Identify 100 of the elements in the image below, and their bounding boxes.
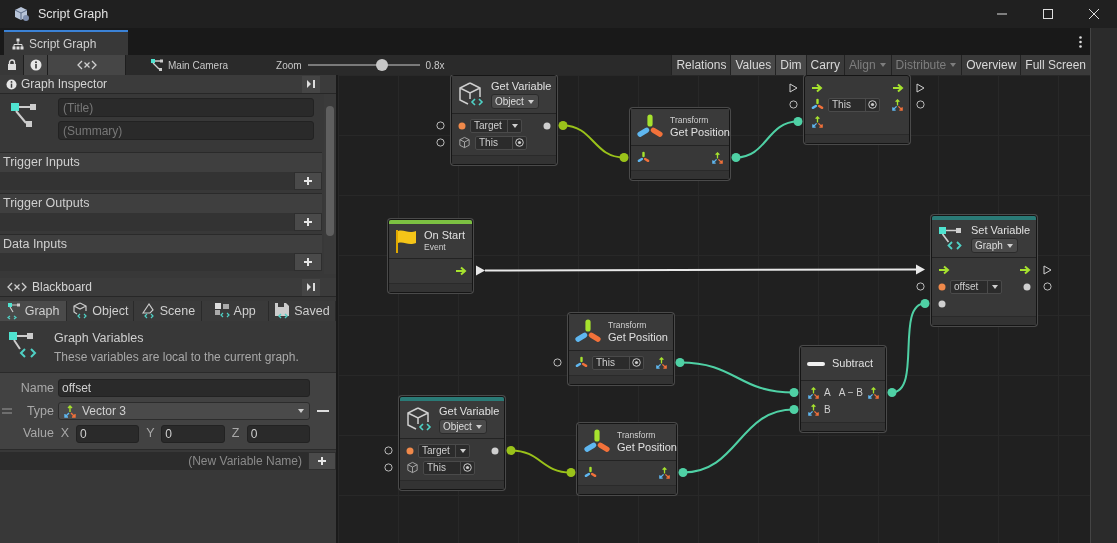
port-dot-icon [938, 299, 946, 308]
plus-icon [317, 456, 327, 466]
graph-node[interactable]: Transform Get Position [630, 108, 730, 180]
transform-icon [637, 151, 650, 164]
collapse-icon [306, 79, 316, 89]
vector-icon [891, 98, 904, 111]
port-dot-icon [406, 446, 414, 455]
flow-arrow-icon [455, 265, 467, 276]
add-button[interactable] [294, 253, 322, 272]
collapse-button[interactable] [302, 278, 320, 296]
scene-icon [139, 302, 156, 320]
target-label: Main Camera [168, 58, 229, 73]
value-field[interactable]: 0 [161, 424, 225, 443]
name-field[interactable]: offset [58, 379, 310, 398]
type-dropdown[interactable]: Vector 3 [58, 401, 310, 420]
variables-icon [75, 59, 98, 71]
object-field[interactable]: This [592, 355, 644, 370]
transform-icon [584, 466, 597, 479]
zoom-reading: 0.8x [425, 58, 445, 73]
caret-icon [474, 423, 483, 430]
section-header: Trigger Outputs [0, 192, 322, 213]
vector-icon [811, 115, 824, 128]
port-circle-icon [384, 445, 393, 455]
port-label: B [824, 403, 831, 417]
cube-icon [458, 136, 471, 149]
port-dot-icon [491, 446, 499, 455]
node-caption: Transform [617, 430, 656, 441]
window-title: Script Graph [38, 5, 109, 23]
info-icon [6, 78, 17, 90]
title-field[interactable]: (Title) [58, 98, 314, 117]
scope-dropdown[interactable]: Object [491, 94, 539, 109]
new-variable-field[interactable]: (New Variable Name) [0, 452, 308, 470]
graph-icon [150, 58, 164, 72]
graph-node[interactable]: Subtract A A − B B [800, 346, 886, 432]
window-tab[interactable]: Script Graph [4, 30, 128, 55]
section-header: Trigger Inputs [0, 152, 322, 172]
object-field[interactable]: This [423, 460, 475, 475]
port-circle-icon [789, 99, 798, 109]
value-field[interactable]: 0 [76, 424, 140, 443]
port-dot-icon [458, 121, 466, 130]
caret-icon [510, 122, 519, 129]
flow-arrow-icon [1019, 264, 1031, 275]
cube-icon [72, 302, 89, 320]
graph-node[interactable]: This [804, 75, 910, 144]
field-label: Name [19, 379, 54, 397]
node-title: Set Variable [971, 224, 1031, 237]
node-title: On Start [424, 229, 465, 242]
add-button[interactable] [308, 452, 336, 470]
node-title: Get Variable [439, 405, 500, 418]
app-logo-icon [14, 6, 30, 22]
connection-line [558, 121, 629, 162]
axis-label: Z [230, 425, 241, 443]
port-triangle-icon [916, 82, 925, 93]
dropdown[interactable]: Target [418, 443, 470, 458]
port-label: A − B [838, 386, 863, 400]
vector-icon [867, 386, 880, 399]
toolbar-button[interactable]: Values [730, 55, 776, 75]
port-circle-icon [916, 281, 925, 291]
toolbar-button[interactable]: Relations [671, 55, 731, 75]
port-circle-icon [553, 357, 562, 367]
node-title: Subtract [832, 357, 873, 370]
toolbar-button[interactable]: Carry [805, 55, 844, 75]
field-label: Value [21, 425, 54, 443]
blackboard-tab[interactable]: Graph [0, 301, 68, 321]
object-field[interactable]: This [828, 97, 880, 112]
target-icon [868, 100, 877, 109]
collapse-button[interactable] [302, 75, 320, 93]
dropdown[interactable]: Target [470, 118, 522, 133]
scope-dropdown[interactable]: Graph [971, 238, 1018, 253]
section-heading: Graph Variables [54, 330, 145, 347]
object-field[interactable]: This [475, 135, 527, 150]
toolbar-button[interactable]: Overview [961, 55, 1021, 75]
close-icon [1089, 9, 1099, 19]
caret-icon [458, 447, 467, 454]
panel-title: Graph Inspector [21, 76, 108, 93]
variables-toggle[interactable] [48, 55, 126, 75]
drag-handle-icon [0, 406, 14, 415]
graph-node[interactable]: Transform Get Position [577, 423, 677, 495]
summary-field[interactable]: (Summary) [58, 121, 314, 140]
port-circle-icon [436, 120, 445, 130]
variables-icon [6, 281, 28, 293]
zoom-label: Zoom [276, 58, 302, 73]
graph-node[interactable]: Transform Get Position This [568, 313, 674, 385]
transform-icon [811, 98, 824, 111]
graph-node[interactable]: On Start Event [388, 219, 473, 293]
toolbar-button[interactable]: Dim [775, 55, 806, 75]
value-field[interactable]: 0 [246, 424, 310, 443]
graph-node[interactable]: Set Variable Graph offset [931, 215, 1037, 326]
node-title: Get Position [670, 126, 730, 139]
port-dot-icon [543, 121, 551, 130]
info-toggle[interactable] [24, 55, 48, 75]
scope-dropdown[interactable]: Object [439, 419, 487, 434]
graph-node[interactable]: Get Variable Object Target This [399, 396, 505, 490]
connection-line [731, 117, 803, 162]
info-icon [29, 59, 42, 71]
target-icon [463, 463, 472, 472]
graph-node[interactable]: Get Variable Object Target This [451, 75, 557, 165]
port-circle-icon [916, 99, 925, 109]
toolbar-button[interactable]: Full Screen [1020, 55, 1090, 75]
dropdown[interactable]: offset [950, 279, 1002, 294]
